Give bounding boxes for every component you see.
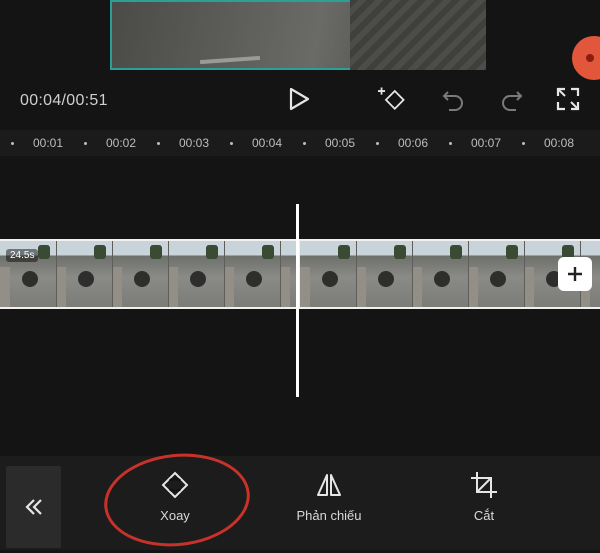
back-button[interactable]: [6, 466, 61, 548]
video-track: 24.5s: [0, 239, 600, 309]
fullscreen-icon[interactable]: [553, 84, 583, 114]
ruler-dot: [376, 142, 379, 145]
play-icon[interactable]: [284, 84, 314, 114]
ruler-dot: [84, 142, 87, 145]
clip-thumbnail: [412, 241, 469, 307]
video-clip[interactable]: 24.5s: [0, 241, 296, 307]
clip-thumbnail: [168, 241, 225, 307]
time-ruler[interactable]: 00:01 00:02 00:03 00:04 00:05 00:06 00:0…: [0, 130, 600, 156]
ruler-dot: [522, 142, 525, 145]
crop-button[interactable]: Cắt: [429, 470, 539, 540]
add-icon: [568, 267, 582, 281]
mirror-icon: [317, 474, 341, 496]
ruler-tick: 00:06: [398, 136, 429, 150]
ruler-dot: [449, 142, 452, 145]
timeline-area[interactable]: 24.5s: [0, 156, 600, 456]
ruler-tick: 00:02: [106, 136, 137, 150]
double-chevron-left-icon: [24, 499, 42, 515]
ruler-dot: [303, 142, 306, 145]
mirror-button[interactable]: Phản chiếu: [274, 470, 384, 540]
preview-area: [0, 0, 600, 70]
keyframe-add-icon[interactable]: [378, 84, 408, 114]
ruler-tick: 00:04: [252, 136, 283, 150]
add-clip-button[interactable]: [558, 257, 592, 291]
video-preview[interactable]: [110, 0, 486, 70]
playhead[interactable]: [296, 204, 299, 397]
ruler-tick: 00:01: [33, 136, 64, 150]
redo-icon[interactable]: [497, 84, 527, 114]
ruler-dot: [11, 142, 14, 145]
clip-thumbnail: [356, 241, 413, 307]
player-toolbar: 00:04/00:51: [0, 70, 600, 130]
ruler-tick: 00:08: [544, 136, 575, 150]
clip-duration-label: 24.5s: [6, 249, 39, 262]
clip-thumbnail: [112, 241, 169, 307]
mirror-label: Phản chiếu: [296, 508, 362, 523]
ruler-tick: 00:07: [471, 136, 502, 150]
ruler-tick: 00:05: [325, 136, 356, 150]
ruler-dot: [157, 142, 160, 145]
crop-icon: [471, 472, 497, 498]
clip-thumbnail: [56, 241, 113, 307]
undo-icon[interactable]: [438, 84, 468, 114]
clip-thumbnail: [468, 241, 525, 307]
edit-toolbar: Xoay Phản chiếu Cắt: [0, 456, 600, 550]
clip-thumbnail: [280, 241, 296, 307]
clip-thumbnail: [300, 241, 357, 307]
crop-label: Cắt: [473, 508, 495, 523]
ruler-tick: 00:03: [179, 136, 210, 150]
video-clip[interactable]: [300, 241, 600, 307]
ruler-dot: [230, 142, 233, 145]
time-display: 00:04/00:51: [20, 92, 108, 109]
clip-thumbnail: [224, 241, 281, 307]
